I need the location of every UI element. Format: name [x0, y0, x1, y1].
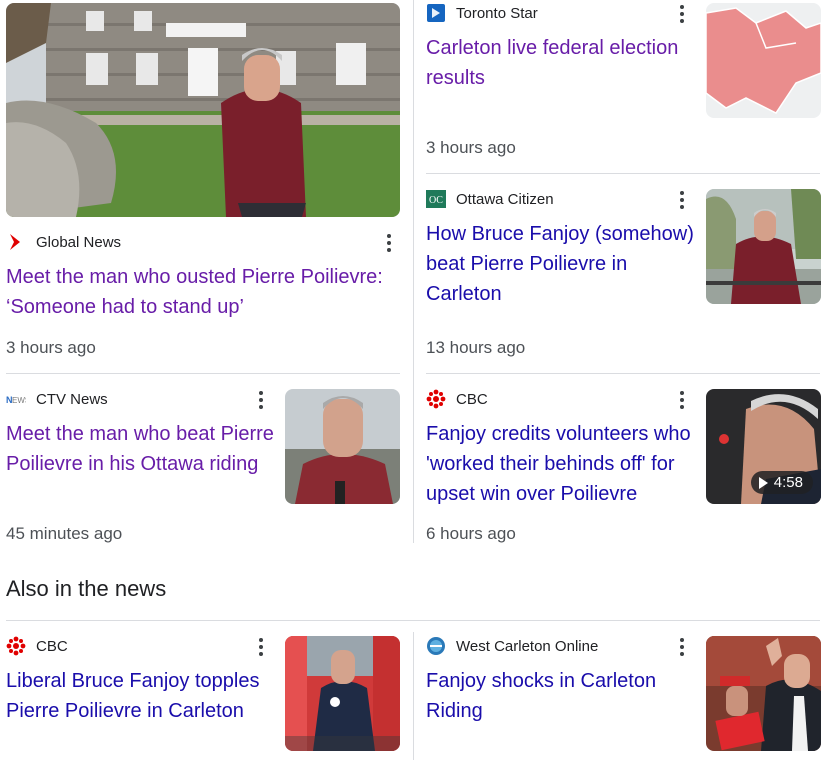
more-options-icon[interactable]: [379, 231, 399, 255]
story-timestamp: 13 hours ago: [426, 338, 526, 357]
fanjoy-interview-photo: [285, 389, 400, 504]
play-icon: [758, 476, 768, 489]
video-duration-badge: 4:58: [750, 471, 813, 494]
more-options-icon[interactable]: [672, 388, 692, 412]
victory-celebration-photo: [706, 636, 821, 751]
story-timestamp: 6 hours ago: [426, 524, 516, 543]
source-name: CTV News: [36, 390, 108, 408]
story-thumbnail[interactable]: [6, 3, 400, 217]
source-name: West Carleton Online: [456, 637, 599, 655]
source-name: Ottawa Citizen: [456, 190, 554, 208]
more-options-icon[interactable]: [251, 635, 271, 659]
column-divider: [413, 0, 414, 543]
story-timestamp: 3 hours ago: [6, 338, 96, 357]
ctv-news-logo: NEWS: [6, 389, 26, 409]
story-source[interactable]: OC Ottawa Citizen: [426, 189, 554, 209]
riding-map-image: [706, 3, 821, 118]
story-thumbnail[interactable]: [285, 389, 400, 504]
story-headline[interactable]: Fanjoy credits volunteers who 'worked th…: [426, 419, 706, 509]
row-divider: [426, 173, 820, 174]
section-title: Also in the news: [6, 576, 167, 601]
ottawa-citizen-logo: OC: [426, 189, 446, 209]
story-timestamp: 45 minutes ago: [6, 524, 123, 543]
more-options-icon[interactable]: [672, 2, 692, 26]
story-headline[interactable]: How Bruce Fanjoy (somehow) beat Pierre P…: [426, 219, 696, 309]
fanjoy-campaign-office-photo: [285, 636, 400, 751]
story-headline[interactable]: Meet the man who ousted Pierre Poilievre…: [6, 262, 406, 322]
story-headline[interactable]: Fanjoy shocks in Carleton Riding: [426, 666, 696, 726]
story-thumbnail[interactable]: [706, 3, 821, 118]
story-thumbnail[interactable]: [706, 636, 821, 751]
story-source[interactable]: West Carleton Online: [426, 636, 598, 656]
row-divider: [6, 373, 400, 374]
svg-text:OC: OC: [429, 195, 443, 206]
story-headline[interactable]: Carleton live federal election results: [426, 33, 696, 93]
story-headline[interactable]: Liberal Bruce Fanjoy topples Pierre Poil…: [6, 666, 276, 726]
story-timestamp: 3 hours ago: [426, 138, 516, 157]
more-options-icon[interactable]: [672, 635, 692, 659]
section-divider: [6, 620, 820, 621]
man-in-red-sweater-photo: [6, 3, 400, 217]
story-source[interactable]: CBC: [426, 389, 488, 409]
story-source[interactable]: Global News: [6, 232, 121, 252]
story-thumbnail[interactable]: [706, 189, 821, 304]
column-divider-bottom: [413, 632, 414, 760]
source-name: CBC: [36, 637, 68, 655]
global-news-logo: [6, 232, 26, 252]
source-name: Toronto Star: [456, 4, 538, 22]
story-source[interactable]: CBC: [6, 636, 68, 656]
source-name: CBC: [456, 390, 488, 408]
story-headline[interactable]: Meet the man who beat Pierre Poilievre i…: [6, 419, 276, 479]
fanjoy-outdoor-photo: [706, 189, 821, 304]
cbc-logo: [426, 389, 446, 409]
more-options-icon[interactable]: [672, 188, 692, 212]
toronto-star-logo: [426, 3, 446, 23]
video-duration: 4:58: [773, 474, 803, 491]
source-name: Global News: [36, 233, 122, 251]
west-carleton-online-logo: [426, 636, 446, 656]
story-thumbnail[interactable]: [285, 636, 400, 751]
row-divider: [426, 373, 820, 374]
cbc-logo: [6, 636, 26, 656]
video-thumbnail[interactable]: 4:58: [706, 389, 821, 504]
svg-text:EWS: EWS: [12, 396, 26, 405]
story-source[interactable]: NEWS CTV News: [6, 389, 108, 409]
more-options-icon[interactable]: [251, 388, 271, 412]
story-source[interactable]: Toronto Star: [426, 3, 538, 23]
